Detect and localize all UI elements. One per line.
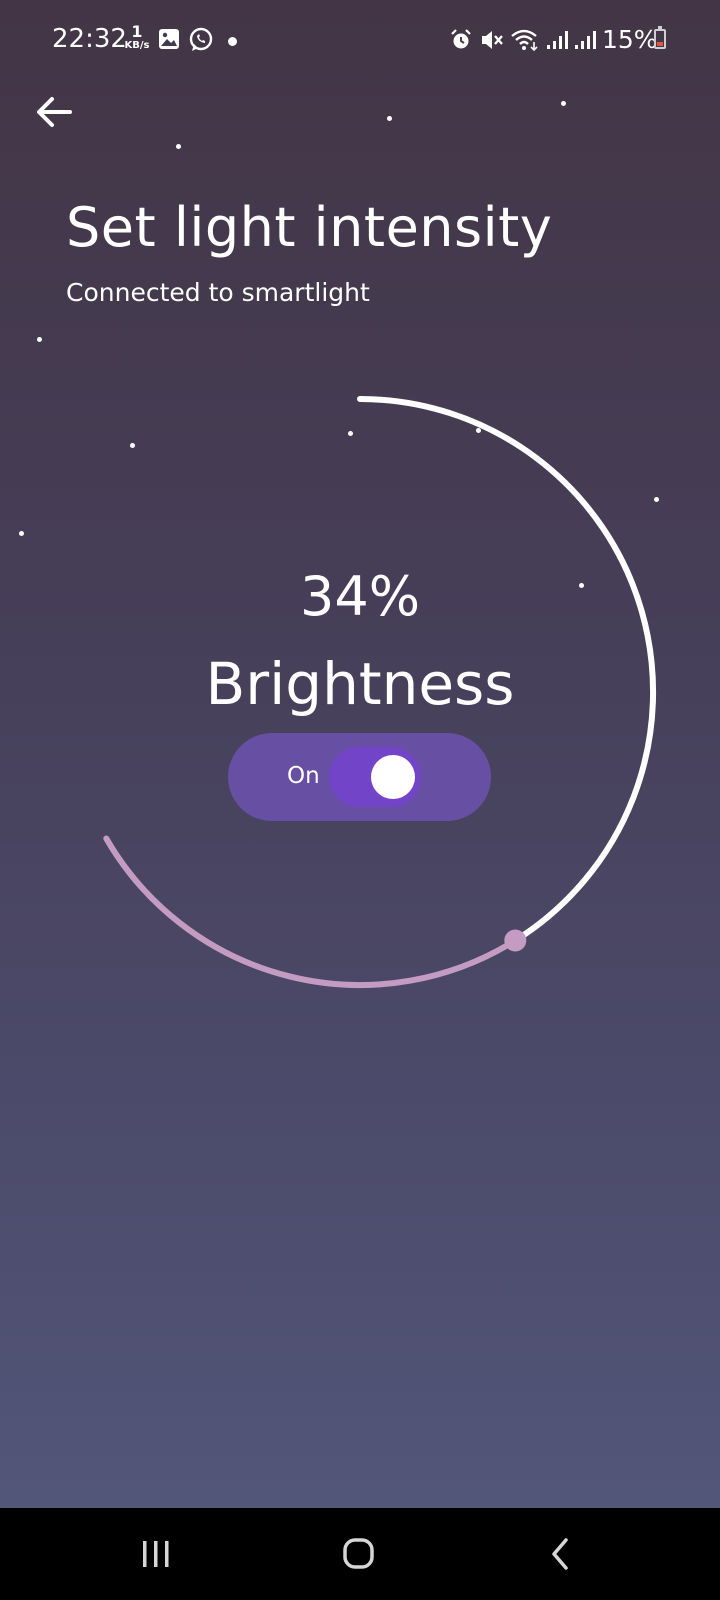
power-toggle[interactable]: On <box>228 733 491 821</box>
navigation-bar <box>0 1508 720 1600</box>
brightness-label: Brightness <box>205 650 515 718</box>
home-icon[interactable] <box>326 1522 390 1586</box>
switch-track[interactable] <box>329 747 421 807</box>
screen: 22:32 1 KB/s 15% Set light intensity Con… <box>0 0 720 1600</box>
brightness-percent: 34% <box>299 565 421 628</box>
switch-thumb <box>371 755 415 799</box>
dial-handle[interactable] <box>504 929 527 952</box>
dial-track-inactive <box>103 835 519 988</box>
power-toggle-label: On <box>287 763 320 789</box>
back-icon[interactable] <box>528 1522 592 1586</box>
recents-icon[interactable] <box>124 1522 188 1586</box>
